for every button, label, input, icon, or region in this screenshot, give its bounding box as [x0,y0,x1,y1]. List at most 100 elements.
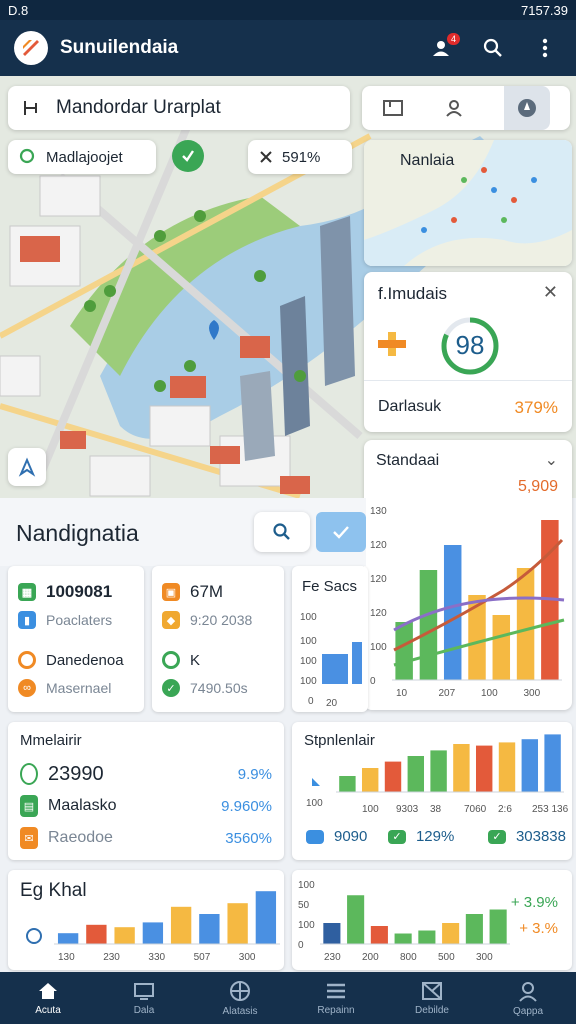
mini-map-title: Nanlaia [400,152,455,169]
panel2-row-3: ✓ 7490.50s [162,674,274,702]
eg-chart-panel[interactable]: Eg Khal 130 230 330 507 300 [8,870,284,970]
stats-chart-panel[interactable]: Stpnlenlair 100 100 9303 38 7060 2:6 253 136 9… [292,722,572,860]
status-bar: D.8 7157.39 [0,0,576,20]
panel4-row-2-value: 3560% [225,829,272,847]
map-tool-group [362,86,570,130]
section-search-button[interactable] [254,512,310,552]
calendar-icon: ▦ [18,583,36,601]
metrics-panel-1[interactable]: ▦ 1009081 ▮ Poaclaters Danedenoa ∞ Masernae… [8,566,144,712]
x-tick: 300 [524,688,541,699]
panel4-row-0-value: 9.9% [237,765,272,783]
app-title: Sunuilendaia [60,37,179,58]
sales-mini-chart-panel[interactable]: Fe Sacs 100 100 100 100 0 20 [292,566,368,712]
navigate-button[interactable] [8,448,46,486]
map-chip-left[interactable]: Madlajoojet [8,140,156,174]
chart-bar [255,891,277,944]
panel1-row-3: ∞ Masernael [18,674,134,702]
stat-card: f.Imudais ✕ 98 Darlasuk 379% [364,272,572,432]
tag-icon: ◆ [162,611,180,629]
chart-bar [516,568,535,680]
link-icon: ∞ [18,679,36,697]
nav-label: Acuta [35,1004,61,1016]
panel3-ytick: 100 [300,612,317,623]
section-filter-button[interactable] [316,512,366,552]
chart-bar [384,761,402,792]
y-tick: 0 [370,676,376,687]
panel2-row-0-label: 67M [190,582,224,601]
y-tick: 120 [370,540,387,551]
nav-item-details[interactable]: Debilde [384,972,480,1024]
info-icon [26,928,42,944]
stat-icon: ✓ [487,829,506,844]
location-button[interactable] [504,86,550,130]
compass-icon [518,99,536,117]
chip-right-label: 591% [282,148,321,166]
y-tick: 130 [370,506,387,517]
bar [352,642,362,684]
notification-badge: 4 [446,33,460,45]
y-tick: 120 [370,574,387,585]
trend-chart-panel[interactable]: 100 50 100 0 230 200 800 500 300 + 3.9% + 3.% [292,870,572,970]
monitor-icon [134,982,154,1000]
metrics-list-panel[interactable]: Mmelairir 23990 9.9% ▤ Maalasko 9.960% ✉… [8,722,284,860]
chart-bar [419,570,438,680]
chart-bar [323,923,341,944]
profile-icon[interactable] [444,98,464,118]
panel4-row-2: ✉ Raeodoe 3560% [20,822,272,854]
search-button[interactable] [476,31,510,65]
chip-left-label: Madlajoojet [46,148,123,166]
chart-bar [394,933,412,944]
chevron-down-icon[interactable]: ⌄ [545,450,558,470]
sales-mini-chart: 100 100 100 100 0 20 [300,612,362,709]
chart-bar [492,615,511,680]
chart-bar [347,895,365,944]
map-flag-icon [24,101,37,115]
crosshair-icon [230,980,250,1001]
chart-bar [442,923,460,944]
chart-bar [498,742,516,792]
nav-item-report[interactable]: Repainn [288,972,384,1024]
ring-icon [162,651,180,669]
nav-label: Repainn [317,1004,355,1016]
panel3-ytick: 100 [300,656,317,667]
panel2-row-2: K [162,634,274,674]
more-vertical-icon [542,38,548,58]
stat-row-value: 379% [514,398,558,417]
stats-bar-chart: 100 100 9303 38 7060 2:6 253 136 [306,734,569,815]
chart-bar [475,745,493,792]
metrics-panel-2[interactable]: ▣ 67M ◆ 9:20 2038 K ✓ 7490.50s [152,566,284,712]
x-tick: 207 [439,688,456,699]
panel5-stat-2: 303838 [515,828,566,845]
panel1-row-0: ▦ 1009081 [18,578,134,606]
panel1-row-2-label: Danedenoa [46,651,124,669]
nav-item-analysis[interactable]: Alatasis [192,972,288,1024]
check-icon [333,526,349,539]
nav-item-home[interactable]: Acuta [0,972,96,1024]
stat-icon: ✓ [387,829,406,844]
layers-icon[interactable] [382,99,404,117]
more-menu-button[interactable] [528,31,562,65]
location-pin-icon [19,148,35,164]
app-logo-icon [14,31,48,65]
map-search-bar[interactable]: Mandordar Urarplat [8,86,350,130]
tool-icon [260,151,272,163]
map-chip-right[interactable]: 591% [248,140,352,174]
close-icon[interactable]: ✕ [543,282,558,303]
nav-item-profile[interactable]: Qappa [480,972,576,1024]
nav-item-data[interactable]: Dala [96,972,192,1024]
bar [322,654,348,684]
stat-row-label: Darlasuk [378,398,442,415]
cross-chart-icon [378,332,406,356]
chart-bar [114,927,135,944]
panel2-row-0: ▣ 67M [162,578,274,606]
map-marker-check-icon[interactable] [172,140,204,172]
x-tick: 10 [396,688,408,699]
x-tick: 100 [362,804,379,815]
chart-bar [465,914,483,944]
panel5-stat-0: 9090 [334,828,368,845]
panel1-row-1-label: Poaclaters [46,612,113,628]
mini-map-card[interactable]: Nanlaia [364,140,572,266]
chart-bar [407,756,425,792]
notifications-button[interactable]: 4 [424,31,460,65]
chart-bar [395,622,413,680]
